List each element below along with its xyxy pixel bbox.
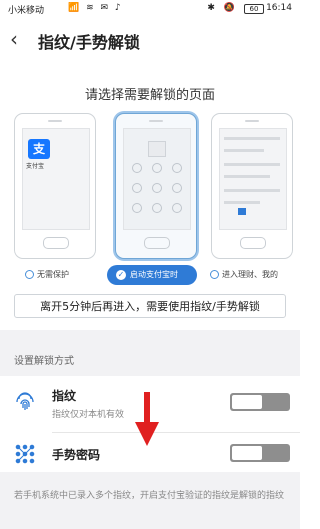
wealth-line xyxy=(224,201,260,204)
alipay-icon: 支 xyxy=(28,139,50,159)
fingerprint-icon xyxy=(14,390,36,412)
toggle-knob xyxy=(232,395,262,409)
fingerprint-sub: 指纹仅对本机有效 xyxy=(52,410,125,420)
phone-preview-alipay-launch[interactable] xyxy=(115,113,197,259)
wealth-line xyxy=(224,137,280,140)
speaker xyxy=(149,120,163,122)
footer-note: 若手机系统中已录入多个指纹，开启支付宝验证的指纹是解锁的指纹 xyxy=(14,491,285,501)
unlock-info-box: 离开5分钟后再进入，需要使用指纹/手势解锁 xyxy=(14,294,286,318)
phone-screen xyxy=(219,128,287,230)
pin-placeholder xyxy=(148,141,166,157)
home-button xyxy=(144,237,170,249)
option-alipay-launch[interactable]: ✓ 启动支付宝时 xyxy=(107,265,197,285)
page-title: 指纹/手势解锁 xyxy=(38,33,140,52)
pattern-dot xyxy=(132,183,142,193)
signal-icons: 📶 ≋ ✉ ♪ xyxy=(68,3,123,13)
speaker xyxy=(245,120,259,122)
battery-icon: 60 xyxy=(244,4,264,14)
pattern-dot xyxy=(152,163,162,173)
alipay-label: 支付宝 xyxy=(26,163,45,170)
phone-preview-wealth[interactable] xyxy=(211,113,293,259)
section-label: 设置解锁方式 xyxy=(14,356,74,367)
phone-screen: 支 支付宝 xyxy=(22,128,90,230)
radio-icon xyxy=(210,270,219,279)
option-wealth-mine[interactable]: 进入理财、我的 xyxy=(210,265,278,285)
gesture-label: 手势密码 xyxy=(52,448,101,462)
option-no-protection[interactable]: 无需保护 xyxy=(25,265,69,285)
check-icon: ✓ xyxy=(116,269,126,280)
pattern-dot xyxy=(172,183,182,193)
pattern-dot xyxy=(132,203,142,213)
wealth-line xyxy=(224,175,270,178)
option-label: 无需保护 xyxy=(37,270,69,279)
system-icons: ✱ 🔕 xyxy=(207,3,238,13)
phone-screen xyxy=(123,128,191,230)
clock: 16:14 xyxy=(266,3,292,13)
wealth-line xyxy=(224,149,264,152)
carrier-label: 小米移动 xyxy=(8,6,45,16)
page-prompt: 请选择需要解锁的页面 xyxy=(84,88,215,103)
status-bar: 小米移动 📶 ≋ ✉ ♪ ✱ 🔕 60 16:14 xyxy=(0,0,300,18)
wealth-tab-highlight xyxy=(238,208,246,215)
app-header: ‹ 指纹/手势解锁 xyxy=(0,18,300,62)
speaker xyxy=(48,120,62,122)
red-arrow-icon xyxy=(135,392,159,446)
home-button xyxy=(43,237,69,249)
wealth-line xyxy=(224,189,280,192)
pattern-dot xyxy=(172,163,182,173)
option-label: 启动支付宝时 xyxy=(130,270,178,279)
radio-icon xyxy=(25,270,34,279)
pattern-dot xyxy=(152,183,162,193)
gesture-toggle[interactable] xyxy=(230,444,290,462)
back-chevron-icon[interactable]: ‹ xyxy=(10,28,30,50)
fingerprint-label: 指纹 xyxy=(52,389,77,403)
toggle-knob xyxy=(232,446,262,460)
home-button xyxy=(240,237,266,249)
option-label: 进入理财、我的 xyxy=(222,270,278,279)
fingerprint-toggle[interactable] xyxy=(230,393,290,411)
phone-preview-no-protection[interactable]: 支 支付宝 xyxy=(14,113,96,259)
gesture-pattern-icon xyxy=(14,443,36,465)
wealth-line xyxy=(224,163,280,166)
pattern-dot xyxy=(132,163,142,173)
pattern-dot xyxy=(152,203,162,213)
pattern-dot xyxy=(172,203,182,213)
